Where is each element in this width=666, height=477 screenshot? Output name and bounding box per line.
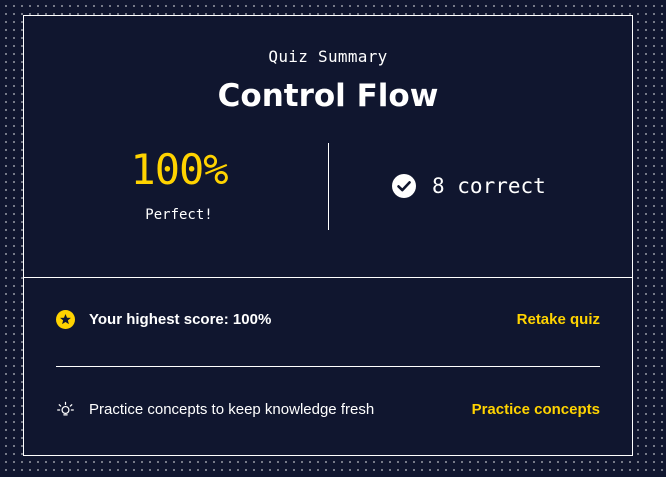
score-percentage: 100% (130, 145, 228, 194)
retake-quiz-link[interactable]: Retake quiz (517, 311, 600, 328)
quiz-summary-subtitle: Quiz Summary (268, 47, 388, 66)
highest-score-row: Your highest score: 100% Retake quiz (56, 310, 600, 329)
quiz-summary-card: Quiz Summary Control Flow 100% Perfect! … (23, 15, 633, 456)
summary-header: Quiz Summary Control Flow 100% Perfect! … (24, 16, 632, 278)
practice-concepts-link[interactable]: Practice concepts (472, 401, 600, 418)
correct-count: 8 correct (432, 174, 546, 198)
check-circle-icon (392, 174, 416, 198)
star-circle-icon (56, 310, 75, 329)
quiz-title: Control Flow (217, 78, 439, 114)
horizontal-divider (56, 366, 600, 367)
vertical-divider (328, 143, 329, 230)
score-caption: Perfect! (145, 207, 213, 223)
score-block: 100% Perfect! (74, 145, 284, 224)
correct-count-block: 8 correct (392, 174, 546, 198)
practice-row: Practice concepts to keep knowledge fres… (56, 400, 600, 419)
lightbulb-icon (56, 400, 75, 419)
practice-text: Practice concepts to keep knowledge fres… (89, 401, 375, 418)
highest-score-text: Your highest score: 100% (89, 311, 272, 328)
